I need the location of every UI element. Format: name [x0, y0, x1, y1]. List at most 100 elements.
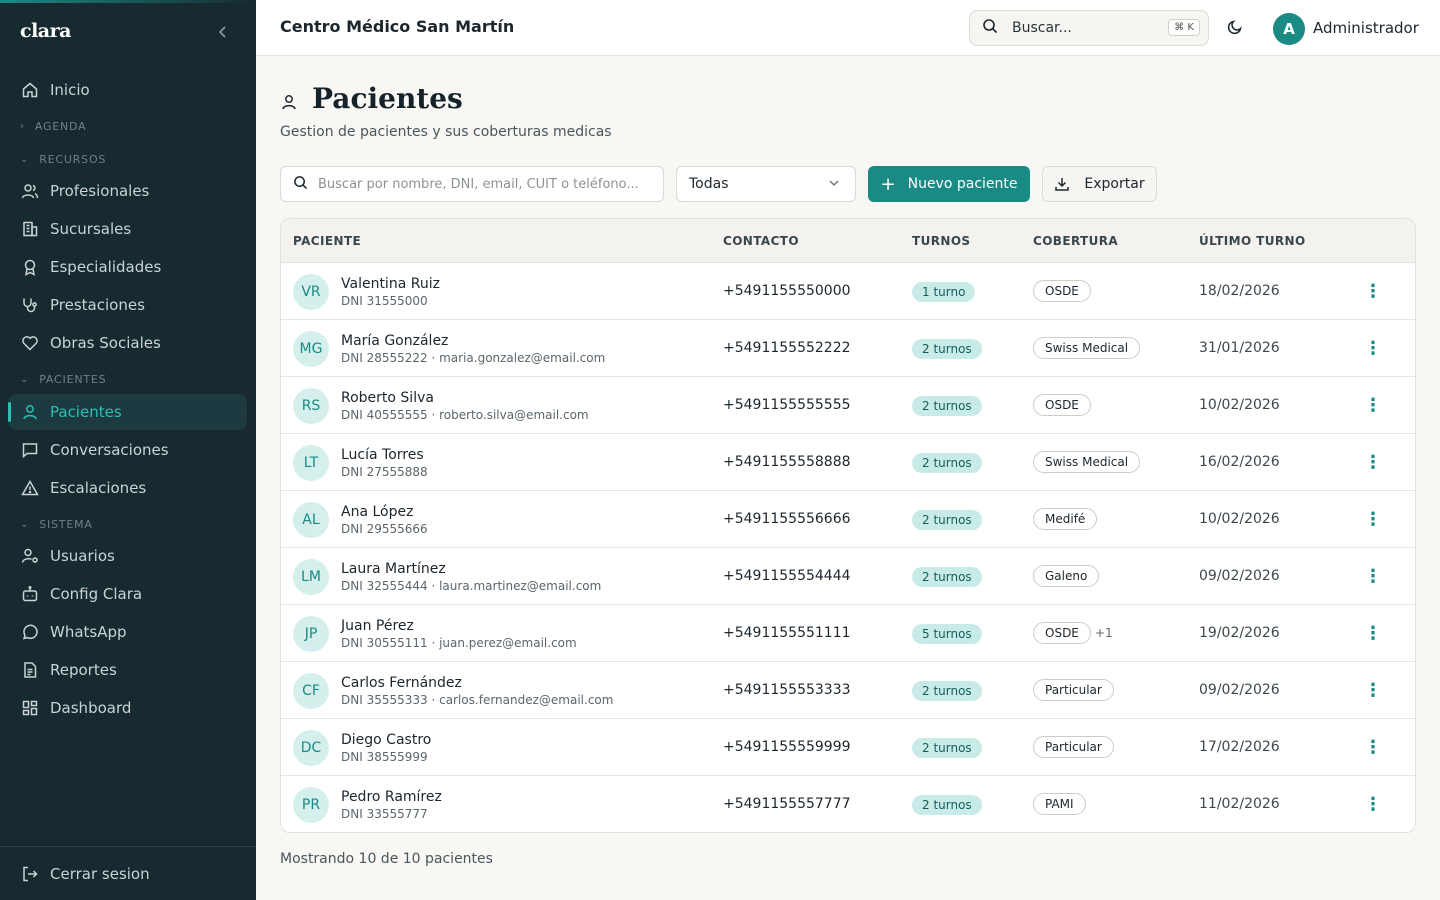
global-search[interactable]: Buscar... ⌘ K: [969, 10, 1209, 46]
sidebar-item-pacientes[interactable]: Pacientes: [8, 394, 247, 430]
sidebar-item-especialidades[interactable]: Especialidades: [8, 249, 247, 285]
patient-phone: +5491155553333: [723, 682, 851, 698]
table-row[interactable]: PR Pedro Ramírez DNI 33555777 +549115555777…: [281, 776, 1415, 832]
patient-name[interactable]: Ana López: [341, 504, 413, 520]
sidebar-item-dashboard[interactable]: Dashboard: [8, 690, 247, 726]
patient-name[interactable]: Roberto Silva: [341, 390, 434, 406]
logout-icon: [20, 864, 40, 884]
sidebar-item-usuarios[interactable]: Usuarios: [8, 538, 247, 574]
users-icon: [20, 181, 40, 201]
sidebar-item-whatsapp[interactable]: WhatsApp: [8, 614, 247, 650]
more-vertical-icon[interactable]: ⋮: [1364, 394, 1382, 416]
sidebar-item-profesionales[interactable]: Profesionales: [8, 173, 247, 209]
sidebar-item-prestaciones[interactable]: Prestaciones: [8, 287, 247, 323]
patient-name[interactable]: Valentina Ruiz: [341, 276, 440, 292]
user-name[interactable]: Administrador: [1313, 19, 1419, 37]
table-header: PACIENTE CONTACTO TURNOS COBERTURA ÚLTIM…: [281, 219, 1415, 263]
table-row[interactable]: MG María González DNI 28555222 · maria.gon…: [281, 320, 1415, 377]
sidebar-item-label: Dashboard: [50, 699, 132, 717]
patient-search-input[interactable]: [318, 176, 638, 192]
table-row[interactable]: DC Diego Castro DNI 38555999 +5491155559999…: [281, 719, 1415, 776]
last-appointment-date: 19/02/2026: [1199, 625, 1280, 641]
coverage-badge: Galeno: [1033, 565, 1100, 587]
patient-name[interactable]: Juan Pérez: [341, 618, 414, 634]
turnos-badge: 2 turnos: [912, 681, 982, 701]
patient-search-field[interactable]: [280, 166, 664, 202]
section-recursos[interactable]: ⌄ RECURSOS: [20, 153, 106, 166]
logout-button[interactable]: Cerrar sesion: [8, 856, 247, 892]
sidebar-item-label: Pacientes: [50, 403, 122, 421]
collapse-sidebar-icon[interactable]: [214, 22, 232, 42]
last-appointment-date: 11/02/2026: [1199, 796, 1280, 812]
more-vertical-icon[interactable]: ⋮: [1364, 508, 1382, 530]
patient-name[interactable]: Laura Martínez: [341, 561, 446, 577]
section-pacientes[interactable]: ⌄ PACIENTES: [20, 373, 106, 386]
sidebar-item-config-clara[interactable]: Config Clara: [8, 576, 247, 612]
chat-bubble-icon: [20, 622, 40, 642]
brand-logo: clara: [20, 20, 71, 42]
patient-name[interactable]: María González: [341, 333, 448, 349]
section-label: SISTEMA: [39, 518, 93, 531]
table-row[interactable]: CF Carlos Fernández DNI 35555333 · carlos.…: [281, 662, 1415, 719]
turnos-badge: 1 turno: [912, 282, 976, 302]
more-vertical-icon[interactable]: ⋮: [1364, 565, 1382, 587]
export-button[interactable]: Exportar: [1042, 166, 1157, 202]
patient-details: DNI 40555555 · roberto.silva@email.com: [341, 408, 589, 422]
new-patient-button[interactable]: + Nuevo paciente: [868, 166, 1030, 202]
sidebar-item-escalaciones[interactable]: Escalaciones: [8, 470, 247, 506]
more-vertical-icon[interactable]: ⋮: [1364, 736, 1382, 758]
message-icon: [20, 440, 40, 460]
chevron-down-icon: ⌄: [20, 154, 30, 165]
moon-icon[interactable]: [1226, 18, 1246, 38]
patient-name[interactable]: Lucía Torres: [341, 447, 424, 463]
table-row[interactable]: LM Laura Martínez DNI 32555444 · laura.mar…: [281, 548, 1415, 605]
table-row[interactable]: VR Valentina Ruiz DNI 31555000 +54911555500…: [281, 263, 1415, 320]
column-header-cobertura[interactable]: COBERTURA: [1033, 234, 1118, 248]
sidebar: clara Inicio › AGENDA ⌄ RECURSOS Profesion…: [0, 0, 256, 900]
patient-name[interactable]: Pedro Ramírez: [341, 789, 442, 805]
patient-details: DNI 32555444 · laura.martinez@email.com: [341, 579, 602, 593]
patient-name[interactable]: Diego Castro: [341, 732, 431, 748]
table-row[interactable]: LT Lucía Torres DNI 27555888 +5491155558888…: [281, 434, 1415, 491]
sidebar-item-conversaciones[interactable]: Conversaciones: [8, 432, 247, 468]
sidebar-item-obras-sociales[interactable]: Obras Sociales: [8, 325, 247, 361]
logout-label: Cerrar sesion: [50, 865, 150, 883]
avatar[interactable]: A: [1273, 13, 1305, 45]
column-header-ultimo-turno[interactable]: ÚLTIMO TURNO: [1199, 234, 1306, 248]
table-row[interactable]: AL Ana López DNI 29555666 +5491155556666 2 t…: [281, 491, 1415, 548]
more-vertical-icon[interactable]: ⋮: [1364, 451, 1382, 473]
coverage-filter-select[interactable]: Todas: [676, 166, 856, 202]
search-label: Buscar...: [1012, 20, 1072, 36]
more-vertical-icon[interactable]: ⋮: [1364, 793, 1382, 815]
coverage-badge: Swiss Medical: [1033, 337, 1141, 359]
column-header-paciente[interactable]: PACIENTE: [293, 234, 361, 248]
turnos-badge: 2 turnos: [912, 339, 982, 359]
turnos-badge: 2 turnos: [912, 510, 982, 530]
patient-name[interactable]: Carlos Fernández: [341, 675, 462, 691]
column-header-contacto[interactable]: CONTACTO: [723, 234, 799, 248]
export-label: Exportar: [1084, 176, 1145, 192]
sidebar-item-reportes[interactable]: Reportes: [8, 652, 247, 688]
column-header-turnos[interactable]: TURNOS: [912, 234, 970, 248]
sidebar-item-sucursales[interactable]: Sucursales: [8, 211, 247, 247]
turnos-badge: 2 turnos: [912, 396, 982, 416]
more-vertical-icon[interactable]: ⋮: [1364, 622, 1382, 644]
more-vertical-icon[interactable]: ⋮: [1364, 679, 1382, 701]
patient-avatar: PR: [293, 787, 329, 823]
section-agenda[interactable]: › AGENDA: [20, 120, 86, 133]
table-row[interactable]: JP Juan Pérez DNI 30555111 · juan.perez@em…: [281, 605, 1415, 662]
more-vertical-icon[interactable]: ⋮: [1364, 337, 1382, 359]
section-label: RECURSOS: [39, 153, 107, 166]
more-vertical-icon[interactable]: ⋮: [1364, 280, 1382, 302]
coverage-badge: PAMI: [1033, 793, 1086, 815]
chevron-right-icon: ›: [20, 121, 25, 132]
chevron-down-icon: ⌄: [20, 374, 30, 385]
sidebar-accent-line: [0, 0, 256, 3]
sidebar-item-inicio[interactable]: Inicio: [8, 72, 247, 108]
coverage-badge: OSDE: [1033, 280, 1091, 302]
chevron-down-icon: [827, 176, 841, 194]
section-sistema[interactable]: ⌄ SISTEMA: [20, 518, 93, 531]
last-appointment-date: 09/02/2026: [1199, 568, 1280, 584]
table-row[interactable]: RS Roberto Silva DNI 40555555 · roberto.si…: [281, 377, 1415, 434]
turnos-badge: 2 turnos: [912, 795, 982, 815]
